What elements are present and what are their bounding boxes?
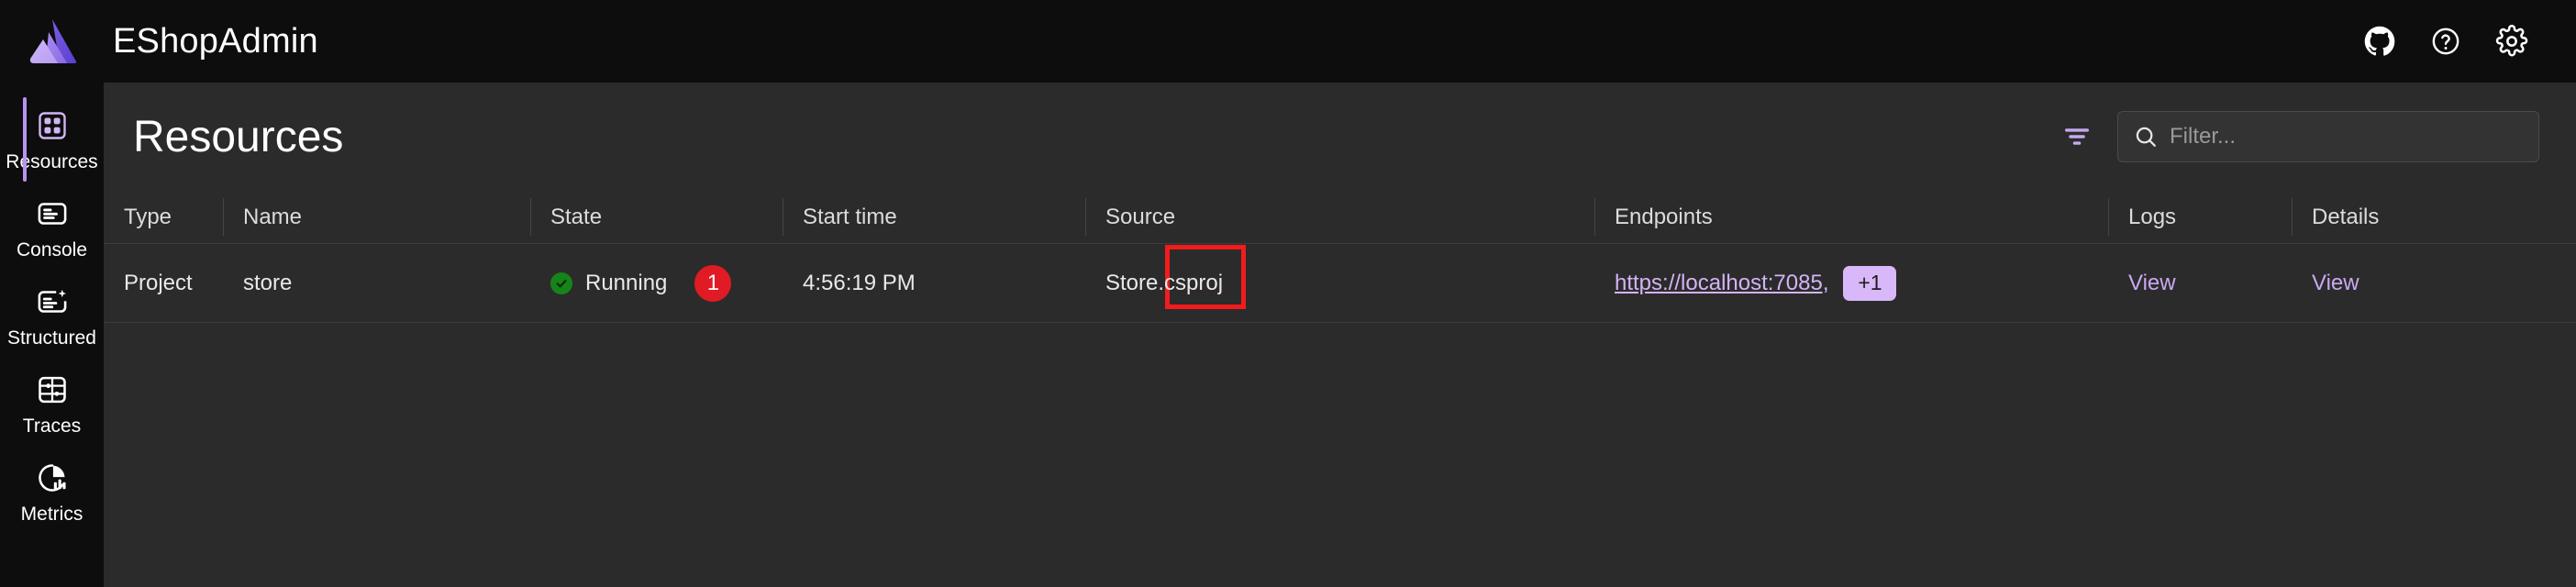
column-header-endpoints[interactable]: Endpoints [1594, 191, 2108, 243]
filter-funnel-icon[interactable] [2057, 116, 2097, 157]
details-view-link[interactable]: View [2312, 271, 2359, 296]
app-root: EShopAdmin Resources Console Structured … [0, 0, 2576, 587]
cell-source: Store.csproj [1105, 270, 1224, 295]
sidebar-item-label: Console [16, 239, 88, 260]
help-icon[interactable] [2426, 21, 2466, 61]
state-error-count-badge[interactable]: 1 [694, 264, 732, 302]
grid-2x2-icon [34, 107, 71, 144]
endpoint-list: https://localhost:7085, +1 [1615, 265, 1897, 301]
cell-details: View [2292, 244, 2512, 322]
structured-sparkle-icon [34, 283, 71, 320]
column-header-logs[interactable]: Logs [2108, 191, 2292, 243]
app-logo[interactable] [0, 0, 104, 83]
github-icon[interactable] [2359, 21, 2400, 61]
cell-state: Running 1 [530, 244, 1246, 322]
table-header-row: Type Name State Start time Source Endpoi… [104, 191, 2576, 244]
column-header-start-time[interactable]: Start time [783, 191, 1085, 243]
cell-endpoints: https://localhost:7085, +1 [1594, 244, 2108, 322]
column-header-name[interactable]: Name [223, 191, 530, 243]
column-header-state[interactable]: State [530, 191, 783, 243]
top-bar: EShopAdmin [0, 0, 2576, 83]
sidebar-item-label: Resources [6, 151, 98, 172]
cell-start-time: 4:56:19 PM [803, 270, 916, 295]
cell-type: Project [124, 270, 193, 295]
sidebar-item-resources[interactable]: Resources [0, 95, 104, 183]
settings-gear-icon[interactable] [2492, 21, 2532, 61]
app-title: EShopAdmin [113, 21, 318, 61]
sidebar-item-label: Structured [7, 327, 96, 349]
search-magnifier-icon [2133, 124, 2159, 150]
resources-table: Type Name State Start time Source Endpoi… [104, 191, 2576, 323]
cell-name: store [243, 270, 293, 295]
page-title: Resources [133, 112, 344, 161]
endpoint-more-badge[interactable]: +1 [1843, 265, 1897, 301]
cell-logs: View [2108, 244, 2292, 322]
column-header-type[interactable]: Type [104, 191, 223, 243]
column-header-source[interactable]: Source [1085, 191, 1594, 243]
content-area: Resources Filter... Type Name State Star… [104, 83, 2576, 587]
green-check-circle-icon [550, 271, 572, 294]
column-header-details[interactable]: Details [2292, 191, 2512, 243]
state-indicator: Running 1 [550, 264, 732, 302]
search-input[interactable] [2170, 124, 2524, 150]
traces-gantt-icon [34, 371, 71, 408]
top-bar-actions [2359, 21, 2576, 61]
sidebar-item-metrics[interactable]: Metrics [0, 448, 104, 536]
search-box[interactable] [2117, 111, 2539, 162]
sidebar-item-label: Metrics [20, 504, 83, 525]
sidebar-item-console[interactable]: Console [0, 183, 104, 271]
logs-view-link[interactable]: View [2128, 271, 2176, 296]
sidebar-item-label: Traces [22, 415, 82, 437]
state-label: Running [585, 270, 668, 295]
sidebar: Resources Console Structured Traces Metr… [0, 83, 104, 587]
console-document-icon [34, 195, 71, 232]
metrics-pie-chart-icon [34, 460, 71, 496]
endpoint-link[interactable]: https://localhost:7085, [1615, 271, 1828, 296]
sidebar-item-structured[interactable]: Structured [0, 271, 104, 360]
header-tools [2057, 111, 2539, 162]
sidebar-item-traces[interactable]: Traces [0, 360, 104, 448]
aspire-logo-icon [27, 17, 78, 65]
content-header: Resources [104, 83, 2576, 191]
table-row[interactable]: Project store Running 1 4:56:19 PM Store… [104, 244, 2576, 323]
